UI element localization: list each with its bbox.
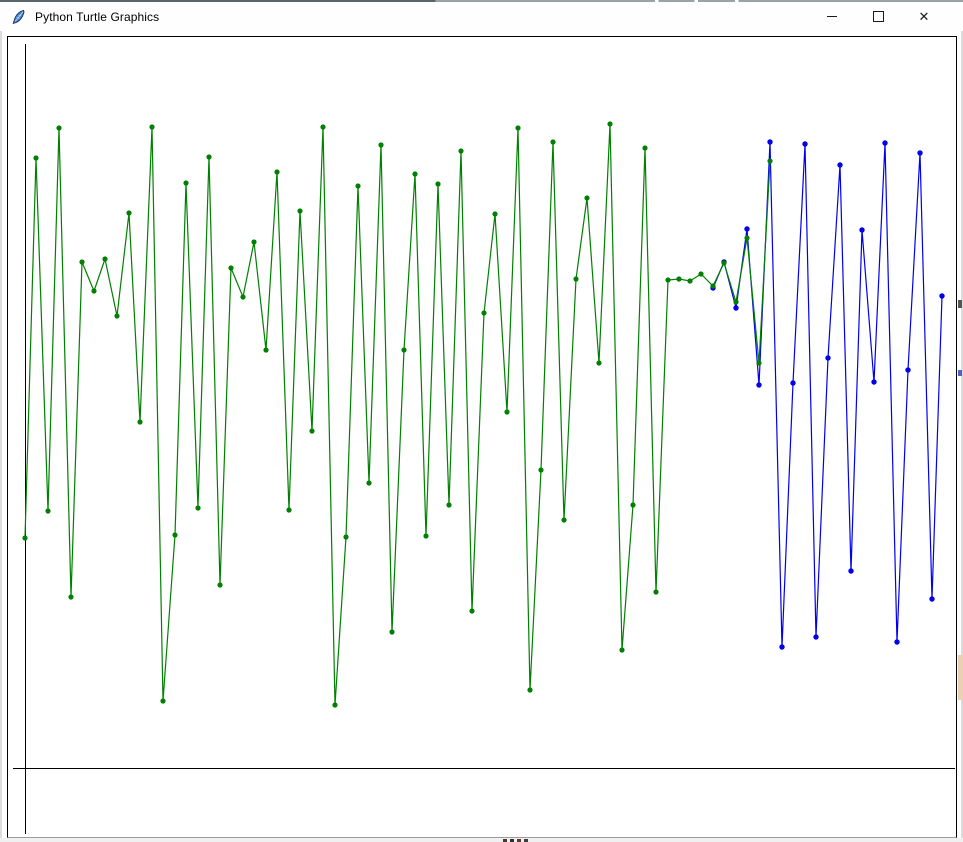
window-controls: ✕	[809, 2, 947, 31]
right-edge-artifact	[958, 300, 962, 308]
window-bottom-border	[0, 838, 963, 842]
window-title: Python Turtle Graphics	[35, 10, 159, 24]
close-icon: ✕	[919, 10, 930, 23]
maximize-button[interactable]	[855, 2, 901, 31]
tk-feather-icon	[10, 9, 26, 25]
minimize-button[interactable]	[809, 2, 855, 31]
close-button[interactable]: ✕	[901, 2, 947, 31]
window-left-border	[0, 31, 2, 842]
right-edge-artifact	[958, 370, 962, 376]
minimize-icon	[827, 16, 837, 17]
title-bar[interactable]: Python Turtle Graphics ✕	[0, 2, 963, 31]
maximize-icon	[873, 11, 884, 22]
turtle-graphics-window: Python Turtle Graphics ✕	[0, 0, 963, 842]
turtle-canvas[interactable]	[7, 36, 957, 838]
right-edge-artifact	[958, 655, 963, 700]
